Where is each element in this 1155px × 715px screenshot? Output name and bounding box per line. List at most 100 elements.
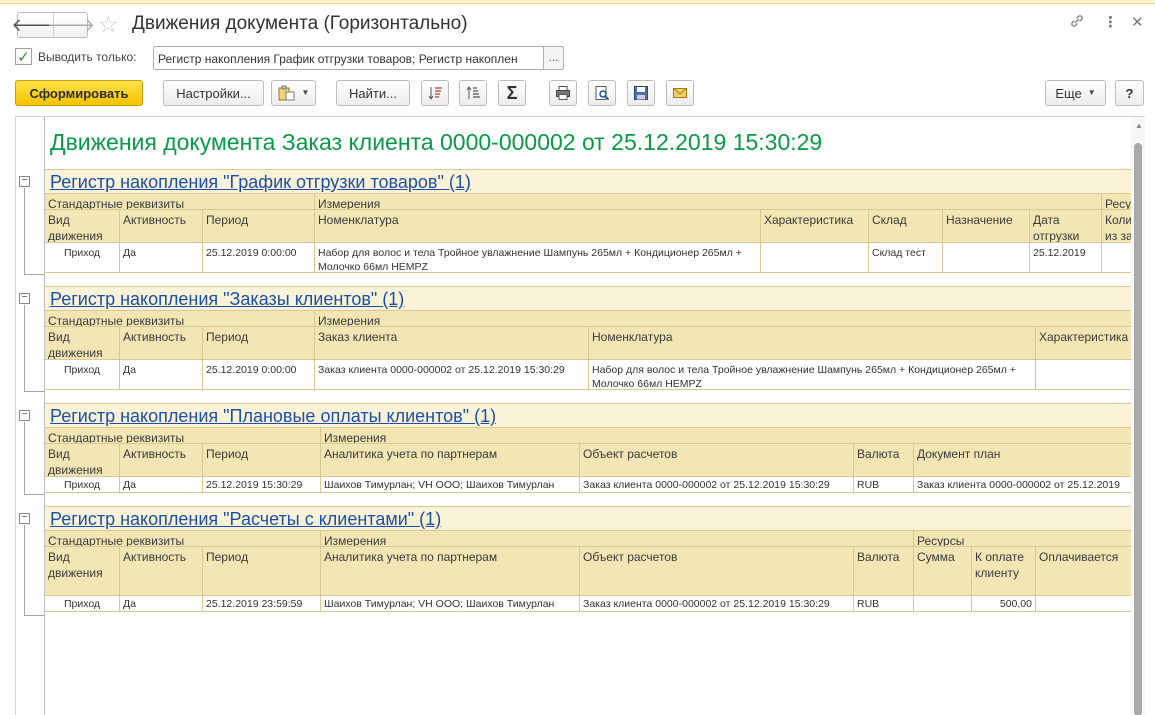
generate-button[interactable]: Сформировать	[15, 80, 143, 106]
section-title-link[interactable]: Регистр накопления "График отгрузки това…	[50, 172, 471, 193]
settings-button[interactable]: Настройки...	[163, 80, 264, 106]
table-cell: Приход	[45, 243, 120, 272]
collapse-icon[interactable]: −	[19, 293, 30, 304]
title-bar: 🡐 🡒 ☆ Движения документа (Горизонтально)…	[0, 4, 1155, 42]
table-cell: Да	[120, 477, 203, 492]
close-icon[interactable]: ✕	[1131, 13, 1144, 31]
table-cell: Да	[120, 596, 203, 611]
table-cell: Да	[120, 243, 203, 272]
group-header: Стандартные реквизиты	[45, 194, 315, 209]
table-cell: Набор для волос и тела Тройное увлажнени…	[589, 360, 1036, 389]
table-cell: 500,00	[972, 596, 1036, 611]
section-header: Регистр накопления "Заказы клиентов" (1)	[45, 286, 1131, 311]
variants-dropdown-button[interactable]: ▼	[271, 80, 316, 106]
group-header: Стандартные реквизиты	[45, 311, 315, 326]
table-cell	[943, 243, 1030, 272]
group-header: Измерения	[321, 531, 914, 546]
column-header: К оплате клиенту	[972, 547, 1036, 595]
filter-select-button[interactable]: ...	[543, 46, 564, 70]
filter-row: ✓ Выводить только: Регистр накопления Гр…	[0, 44, 1155, 72]
forward-arrow-icon[interactable]: 🡒	[47, 13, 95, 37]
group-header-row: Стандартные реквизиты Измерения	[45, 428, 1131, 444]
report-title: Движения документа Заказ клиента 0000-00…	[50, 129, 823, 155]
link-icon[interactable]	[1069, 13, 1085, 34]
group-header: Измерения	[315, 194, 1102, 209]
toolbar: Сформировать Настройки... ▼ Найти... Σ Е…	[0, 78, 1155, 108]
preview-icon[interactable]	[588, 80, 616, 106]
email-icon[interactable]	[666, 80, 694, 106]
table-cell	[1036, 596, 1145, 611]
table-cell: RUB	[854, 477, 914, 492]
filter-input[interactable]: Регистр накопления График отгрузки товар…	[153, 46, 543, 70]
column-header: Аналитика учета по партнерам	[321, 547, 580, 595]
table-cell: 25.12.2019	[1030, 243, 1102, 272]
save-icon[interactable]	[627, 80, 655, 106]
group-bracket	[24, 188, 25, 274]
table-cell: Приход	[45, 477, 120, 492]
table-row[interactable]: Приход Да 25.12.2019 0:00:00 Набор для в…	[45, 243, 1131, 273]
table-cell: Заказ клиента 0000-000002 от 25.12.2019 …	[580, 596, 854, 611]
table-cell: Набор для волос и тела Тройное увлажнени…	[315, 243, 761, 272]
filter-checkbox[interactable]: ✓	[15, 48, 32, 66]
column-header: Характеристика	[761, 210, 869, 242]
star-icon[interactable]: ☆	[98, 11, 119, 37]
table-cell: Заказ клиента 0000-000002 от 25.12.2019 …	[315, 360, 589, 389]
table-cell: 25.12.2019 0:00:00	[203, 360, 315, 389]
column-header: Вид движения	[45, 547, 120, 595]
nav-buttons: 🡐 🡒	[11, 12, 95, 38]
column-header: Назначение	[943, 210, 1030, 242]
group-header-row: Стандартные реквизиты Измерения Ресурсы	[45, 531, 1131, 547]
column-header: Вид движения	[45, 327, 120, 359]
collapse-icon[interactable]: −	[19, 176, 30, 187]
collapse-icon[interactable]: −	[19, 513, 30, 524]
table-cell: 25.12.2019 23:59:59	[203, 596, 321, 611]
sum-icon[interactable]: Σ	[498, 80, 526, 106]
find-button[interactable]: Найти...	[336, 80, 410, 106]
column-header: Период	[203, 327, 315, 359]
column-header-row: Вид движения Активность Период Аналитика…	[45, 444, 1131, 477]
table-cell	[1036, 360, 1145, 389]
section-title-link[interactable]: Регистр накопления "Расчеты с клиентами"…	[50, 509, 441, 530]
column-header: Активность	[120, 327, 203, 359]
column-header: Документ план	[917, 447, 1001, 461]
section-header: Регистр накопления "Плановые оплаты клие…	[45, 403, 1131, 428]
column-header: Активность	[120, 210, 203, 242]
table-cell: Да	[120, 360, 203, 389]
collapse-icon[interactable]: −	[19, 410, 30, 421]
column-header: Валюта	[854, 444, 914, 476]
sort-descending-icon[interactable]	[421, 80, 449, 106]
group-bracket	[24, 422, 25, 494]
more-icon[interactable]: ⋮	[1103, 13, 1118, 31]
column-header: Активность	[120, 444, 203, 476]
chevron-down-icon: ▼	[1087, 88, 1096, 97]
column-header: Объект расчетов	[580, 547, 854, 595]
report-variant-icon	[278, 85, 295, 101]
group-header: Измерения	[318, 314, 381, 326]
sort-ascending-icon[interactable]	[459, 80, 487, 106]
table-row[interactable]: Приход Да 25.12.2019 0:00:00 Заказ клиен…	[45, 360, 1131, 390]
column-header: Дата отгрузки	[1030, 210, 1102, 242]
table-cell: Заказ клиента 0000-000002 от 25.12.2019	[917, 479, 1120, 491]
section-title-link[interactable]: Регистр накопления "Заказы клиентов" (1)	[50, 289, 404, 310]
group-bracket-foot	[24, 391, 44, 392]
filter-label: Выводить только:	[38, 50, 137, 64]
column-header: Валюта	[854, 547, 914, 595]
section-title-link[interactable]: Регистр накопления "Плановые оплаты клие…	[50, 406, 496, 427]
table-row[interactable]: Приход Да 25.12.2019 23:59:59 Шаихов Тим…	[45, 596, 1131, 612]
column-header: Период	[203, 444, 321, 476]
column-header-row: Вид движения Активность Период Аналитика…	[45, 547, 1131, 596]
section-header: Регистр накопления "График отгрузки това…	[45, 169, 1131, 194]
column-header: Объект расчетов	[580, 444, 854, 476]
report-area[interactable]: Движения документа Заказ клиента 0000-00…	[15, 116, 1145, 715]
table-cell: Шаихов Тимурлан; VH ООО; Шаихов Тимурлан	[321, 596, 580, 611]
group-bracket-foot	[24, 274, 44, 275]
column-header: Заказ клиента	[315, 327, 589, 359]
print-icon[interactable]	[549, 80, 577, 106]
more-button[interactable]: Еще ▼	[1045, 80, 1106, 106]
group-header-row: Стандартные реквизиты Измерения Ресу	[45, 194, 1131, 210]
scrollbar-thumb[interactable]	[1134, 143, 1142, 715]
scroll-up-arrow-icon[interactable]: ▲	[1135, 121, 1143, 130]
table-row[interactable]: Приход Да 25.12.2019 15:30:29 Шаихов Тим…	[45, 477, 1131, 493]
group-bracket-foot	[24, 494, 44, 495]
help-button[interactable]: ?	[1115, 80, 1144, 106]
